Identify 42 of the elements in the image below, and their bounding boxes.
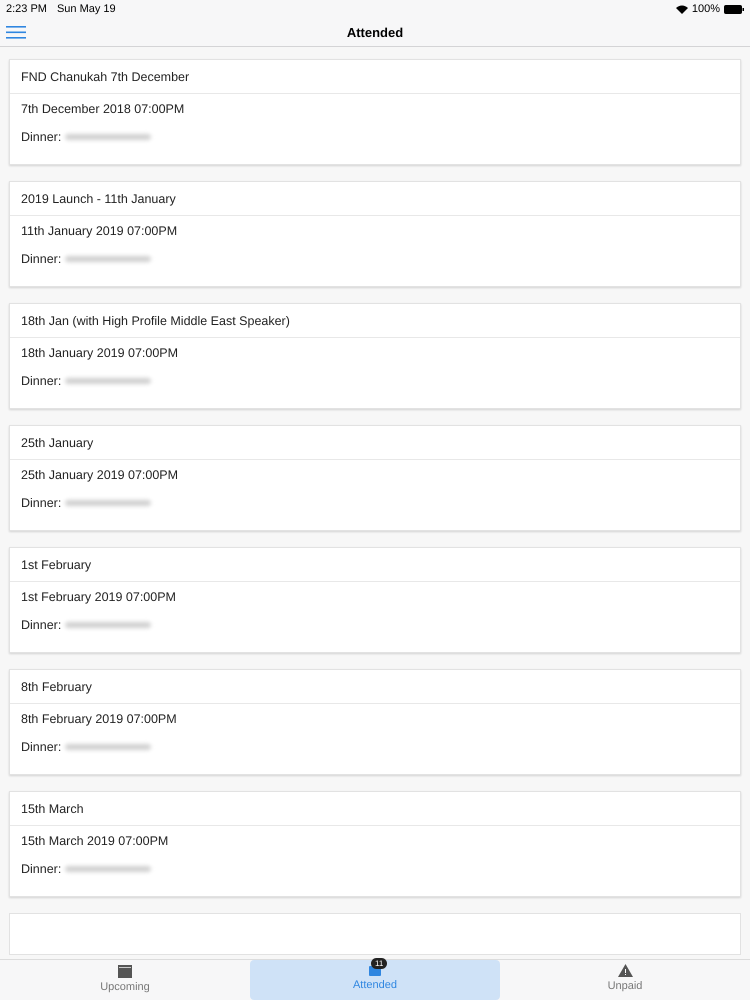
event-card[interactable]: 8th February 8th February 2019 07:00PM Dinner: bbox=[9, 669, 741, 775]
event-datetime: 15th March 2019 07:00PM bbox=[21, 834, 170, 848]
dinner-label: Dinner: bbox=[21, 374, 62, 388]
event-card[interactable]: FND Chanukah 7th December 7th December 2018 07:00PM Dinner: bbox=[9, 59, 741, 165]
event-title: 2019 Launch - 11th January bbox=[10, 182, 740, 216]
event-title: 15th March bbox=[10, 792, 740, 826]
event-datetime: 1st February 2019 07:00PM bbox=[21, 590, 177, 604]
event-title: 25th January bbox=[10, 426, 740, 460]
event-datetime: 18th January 2019 07:00PM bbox=[21, 346, 180, 360]
event-datetime: 8th February 2019 07:00PM bbox=[21, 712, 178, 726]
dinner-label: Dinner: bbox=[21, 618, 62, 632]
event-datetime: 11th January 2019 07:00PM bbox=[21, 224, 178, 238]
event-datetime: 7th December 2018 07:00PM bbox=[21, 102, 186, 116]
tab[interactable]: Upcoming bbox=[0, 960, 250, 1000]
page-title: Attended bbox=[346, 24, 404, 40]
warning-icon bbox=[618, 964, 632, 977]
menu-icon bbox=[6, 26, 26, 38]
dinner-label: Dinner: bbox=[21, 130, 62, 144]
status-time: 2:23 PM bbox=[6, 3, 47, 15]
event-datetime: 25th January 2019 07:00PM bbox=[21, 468, 180, 482]
event-card[interactable]: 25th January 25th January 2019 07:00PM Dinner: bbox=[9, 425, 741, 531]
wifi-icon bbox=[676, 4, 688, 14]
status-date: Sun May 19 bbox=[56, 3, 116, 15]
calendar-icon bbox=[118, 964, 132, 978]
event-title: FND Chanukah 7th December bbox=[10, 60, 740, 94]
event-card[interactable]: 1st February 1st February 2019 07:00PM Dinner: bbox=[9, 547, 741, 653]
event-card[interactable]: 15th March 15th March 2019 07:00PM Dinner: bbox=[9, 791, 741, 897]
count-badge: 11 bbox=[371, 958, 388, 969]
dinner-label: Dinner: bbox=[21, 740, 62, 754]
dinner-label: Dinner: bbox=[21, 496, 62, 510]
event-title: 1st February bbox=[10, 548, 740, 582]
tab[interactable]: Unpaid bbox=[500, 960, 750, 1000]
battery-percent: 100% bbox=[692, 3, 720, 15]
tab[interactable]: 11 Attended bbox=[250, 960, 500, 1000]
event-card[interactable]: 2019 Launch - 11th January 11th January 2019 07:00PM Dinner: bbox=[9, 181, 741, 287]
menu-button[interactable] bbox=[6, 23, 26, 41]
event-title: 8th February bbox=[10, 670, 740, 704]
event-card[interactable]: 18th Jan (with High Profile Middle East Speaker) 18th January 2019 07:00PM Dinner: bbox=[9, 303, 741, 409]
battery-icon bbox=[724, 4, 744, 14]
dinner-label: Dinner: bbox=[21, 862, 62, 876]
dinner-label: Dinner: bbox=[21, 252, 62, 266]
event-title: 18th Jan (with High Profile Middle East Speaker) bbox=[10, 304, 740, 338]
